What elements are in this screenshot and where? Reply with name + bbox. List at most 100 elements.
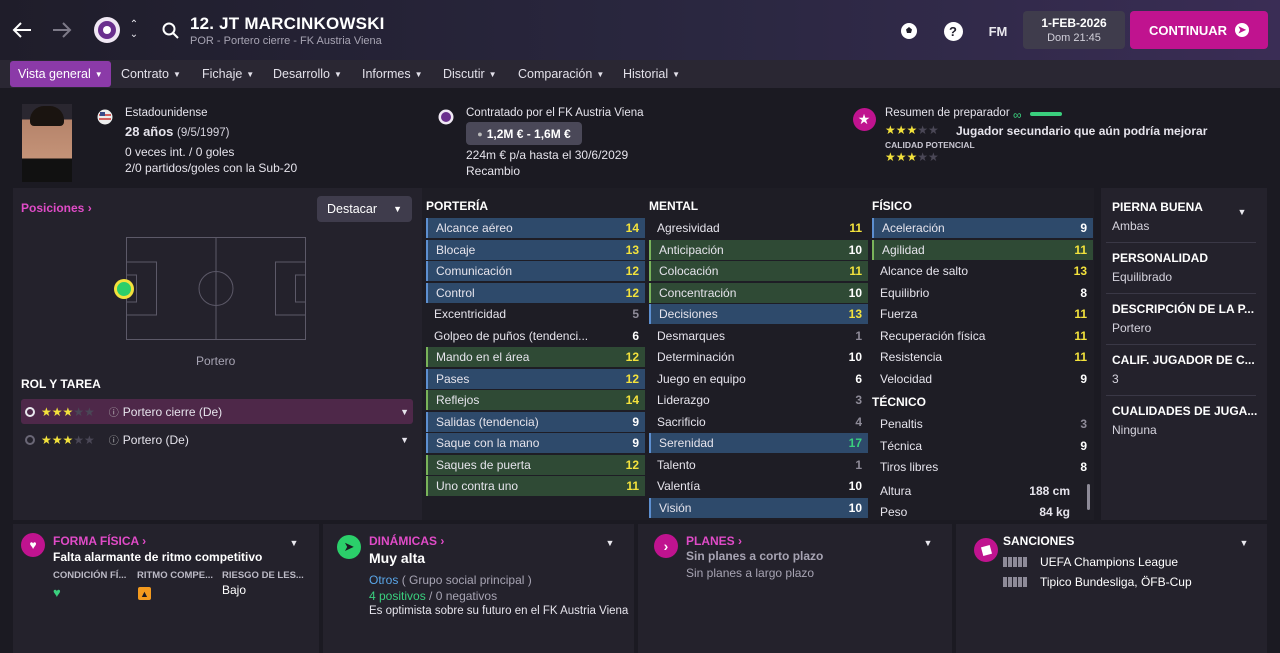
club-crest-icon[interactable] <box>92 15 122 45</box>
chevron-down-icon[interactable]: ▼ <box>400 435 409 445</box>
attribute-row[interactable]: Alcance aéreo 14 <box>426 218 645 238</box>
search-icon[interactable] <box>160 20 180 40</box>
info-icon: ⓘ <box>108 408 119 419</box>
attribute-row[interactable]: Aceleración 9 <box>872 218 1093 238</box>
forward-arrow-icon[interactable] <box>50 18 74 42</box>
role-stars: ★★★★★ <box>41 404 95 419</box>
role-radio-selected[interactable] <box>25 406 35 417</box>
attribute-row[interactable]: Control 12 <box>426 282 645 303</box>
chevron-down-icon[interactable]: ▼ <box>922 537 934 549</box>
fisico-title: FÍSICO <box>872 199 913 213</box>
attribute-value: 12 <box>625 457 639 472</box>
chevron-down-icon[interactable]: ▼ <box>288 537 300 549</box>
attribute-row[interactable]: Sacrificio 4 <box>649 412 868 432</box>
forma-col-3: RIESGO DE LES... <box>222 570 304 581</box>
dinamicas-link[interactable]: DINÁMICAS › <box>369 534 444 548</box>
attribute-row[interactable]: Liderazgo 3 <box>649 390 868 410</box>
attribute-row[interactable]: Mando en el área 12 <box>426 347 645 367</box>
attribute-name: Salidas (tendencia) <box>436 414 539 429</box>
attribute-row[interactable]: Equilibrio 8 <box>872 283 1093 303</box>
attribute-row[interactable]: Resistencia 11 <box>872 347 1093 367</box>
tab-comparacion[interactable]: Comparación ▼ <box>518 61 604 87</box>
attribute-name: Reflejos <box>436 393 480 407</box>
attribute-row[interactable]: Uno contra uno 11 <box>426 476 645 496</box>
highlight-dropdown[interactable]: Destacar ▼ <box>317 196 412 222</box>
attribute-row[interactable]: Golpeo de puños (tendenci... 6 <box>426 326 645 346</box>
club-badge-icon <box>437 108 455 126</box>
divider <box>1106 344 1256 345</box>
attribute-row[interactable]: Comunicación 12 <box>426 261 645 281</box>
back-arrow-icon[interactable] <box>10 18 34 42</box>
attribute-value: 11 <box>849 221 862 235</box>
detail-value: Ninguna <box>1112 423 1157 437</box>
attribute-row[interactable]: Pases 12 <box>426 368 645 389</box>
attribute-row[interactable]: Agresividad 11 <box>649 218 868 238</box>
attribute-row[interactable]: Velocidad 9 <box>872 369 1093 389</box>
mental-title: MENTAL <box>649 199 699 213</box>
chevron-down-icon[interactable]: ▼ <box>1235 205 1249 219</box>
attribute-name: Alcance aéreo <box>436 221 513 235</box>
attribute-row[interactable]: Fuerza 11 <box>872 304 1093 324</box>
attribute-row[interactable]: Concentración 10 <box>649 282 868 303</box>
role-row-2[interactable]: ★★★★★ ⓘ Portero (De) ▼ <box>21 427 413 452</box>
forma-link[interactable]: FORMA FÍSICA › <box>53 534 146 548</box>
attribute-value: 1 <box>855 328 862 343</box>
attribute-value: 10 <box>848 285 862 300</box>
planes-link[interactable]: PLANES › <box>686 534 742 548</box>
attribute-row[interactable]: Decisiones 13 <box>649 304 868 324</box>
continue-button[interactable]: CONTINUAR ➤ <box>1130 11 1268 49</box>
attribute-value: 11 <box>1074 328 1087 343</box>
attribute-row[interactable]: Valentía 10 <box>649 476 868 496</box>
attribute-row[interactable]: Agilidad 11 <box>872 239 1093 260</box>
tab-fichaje[interactable]: Fichaje ▼ <box>202 61 254 87</box>
attribute-row[interactable]: Anticipación 10 <box>649 239 868 260</box>
attribute-value: 12 <box>625 285 639 300</box>
role-row-1[interactable]: ★★★★★ ⓘ Portero cierre (De) ▼ <box>21 399 413 424</box>
chevron-down-icon[interactable]: ▼ <box>1238 537 1250 549</box>
positions-link[interactable]: Posiciones › <box>21 201 92 215</box>
tab-historial[interactable]: Historial ▼ <box>623 61 680 87</box>
attribute-row[interactable]: Excentricidad 5 <box>426 304 645 324</box>
attribute-name: Comunicación <box>436 264 513 278</box>
fm-menu-button[interactable]: FM <box>984 20 1012 42</box>
attribute-row[interactable]: Tiros libres 8 <box>872 457 1093 477</box>
help-icon[interactable]: ? <box>942 20 964 42</box>
position-marker-gk[interactable] <box>114 279 134 299</box>
attribute-row[interactable]: Visión 10 <box>649 497 868 518</box>
attribute-row[interactable]: Blocaje 13 <box>426 239 645 260</box>
attribute-row[interactable]: Serenidad 17 <box>649 433 868 453</box>
scrollbar[interactable] <box>1087 484 1090 510</box>
football-icon[interactable] <box>898 20 920 42</box>
attribute-row[interactable]: Desmarques 1 <box>649 326 868 346</box>
attribute-row[interactable]: Juego en equipo 6 <box>649 369 868 389</box>
tab-contrato[interactable]: Contrato ▼ <box>121 61 181 87</box>
divider <box>1106 395 1256 396</box>
tab-informes[interactable]: Informes ▼ <box>362 61 423 87</box>
attribute-row[interactable]: Talento 1 <box>649 455 868 475</box>
attribute-row[interactable]: Determinación 10 <box>649 347 868 367</box>
date-box[interactable]: 1-FEB-2026 Dom 21:45 <box>1023 11 1125 49</box>
attribute-row[interactable]: Saques de puerta 12 <box>426 454 645 475</box>
tab-discutir[interactable]: Discutir ▼ <box>443 61 497 87</box>
tab-vista-general[interactable]: Vista general ▼ <box>10 61 111 87</box>
attribute-row[interactable]: Colocación 11 <box>649 261 868 281</box>
attribute-name: Tiros libres <box>880 460 939 474</box>
attribute-row[interactable]: Penaltis 3 <box>872 414 1093 434</box>
attribute-value: 12 <box>625 350 639 364</box>
switch-player-chevrons-icon[interactable]: ⌃ ⌄ <box>127 17 141 43</box>
nationality-flag-icon <box>96 108 114 126</box>
attribute-name: Saques de puerta <box>436 457 531 472</box>
value-range: ● 1,2M € - 1,6M € <box>466 122 582 145</box>
attribute-row[interactable]: Salidas (tendencia) 9 <box>426 411 645 432</box>
chevron-down-icon[interactable]: ▼ <box>400 407 409 417</box>
pitch-diagram <box>126 237 306 340</box>
chevron-down-icon[interactable]: ▼ <box>604 537 616 549</box>
tab-desarrollo[interactable]: Desarrollo ▼ <box>273 61 342 87</box>
attribute-name: Excentricidad <box>434 307 507 321</box>
attribute-row[interactable]: Recuperación física 11 <box>872 326 1093 346</box>
attribute-row[interactable]: Reflejos 14 <box>426 390 645 410</box>
role-radio[interactable] <box>25 434 35 445</box>
attribute-row[interactable]: Alcance de salto 13 <box>872 261 1093 281</box>
attribute-row[interactable]: Técnica 9 <box>872 436 1093 456</box>
attribute-row[interactable]: Saque con la mano 9 <box>426 433 645 453</box>
